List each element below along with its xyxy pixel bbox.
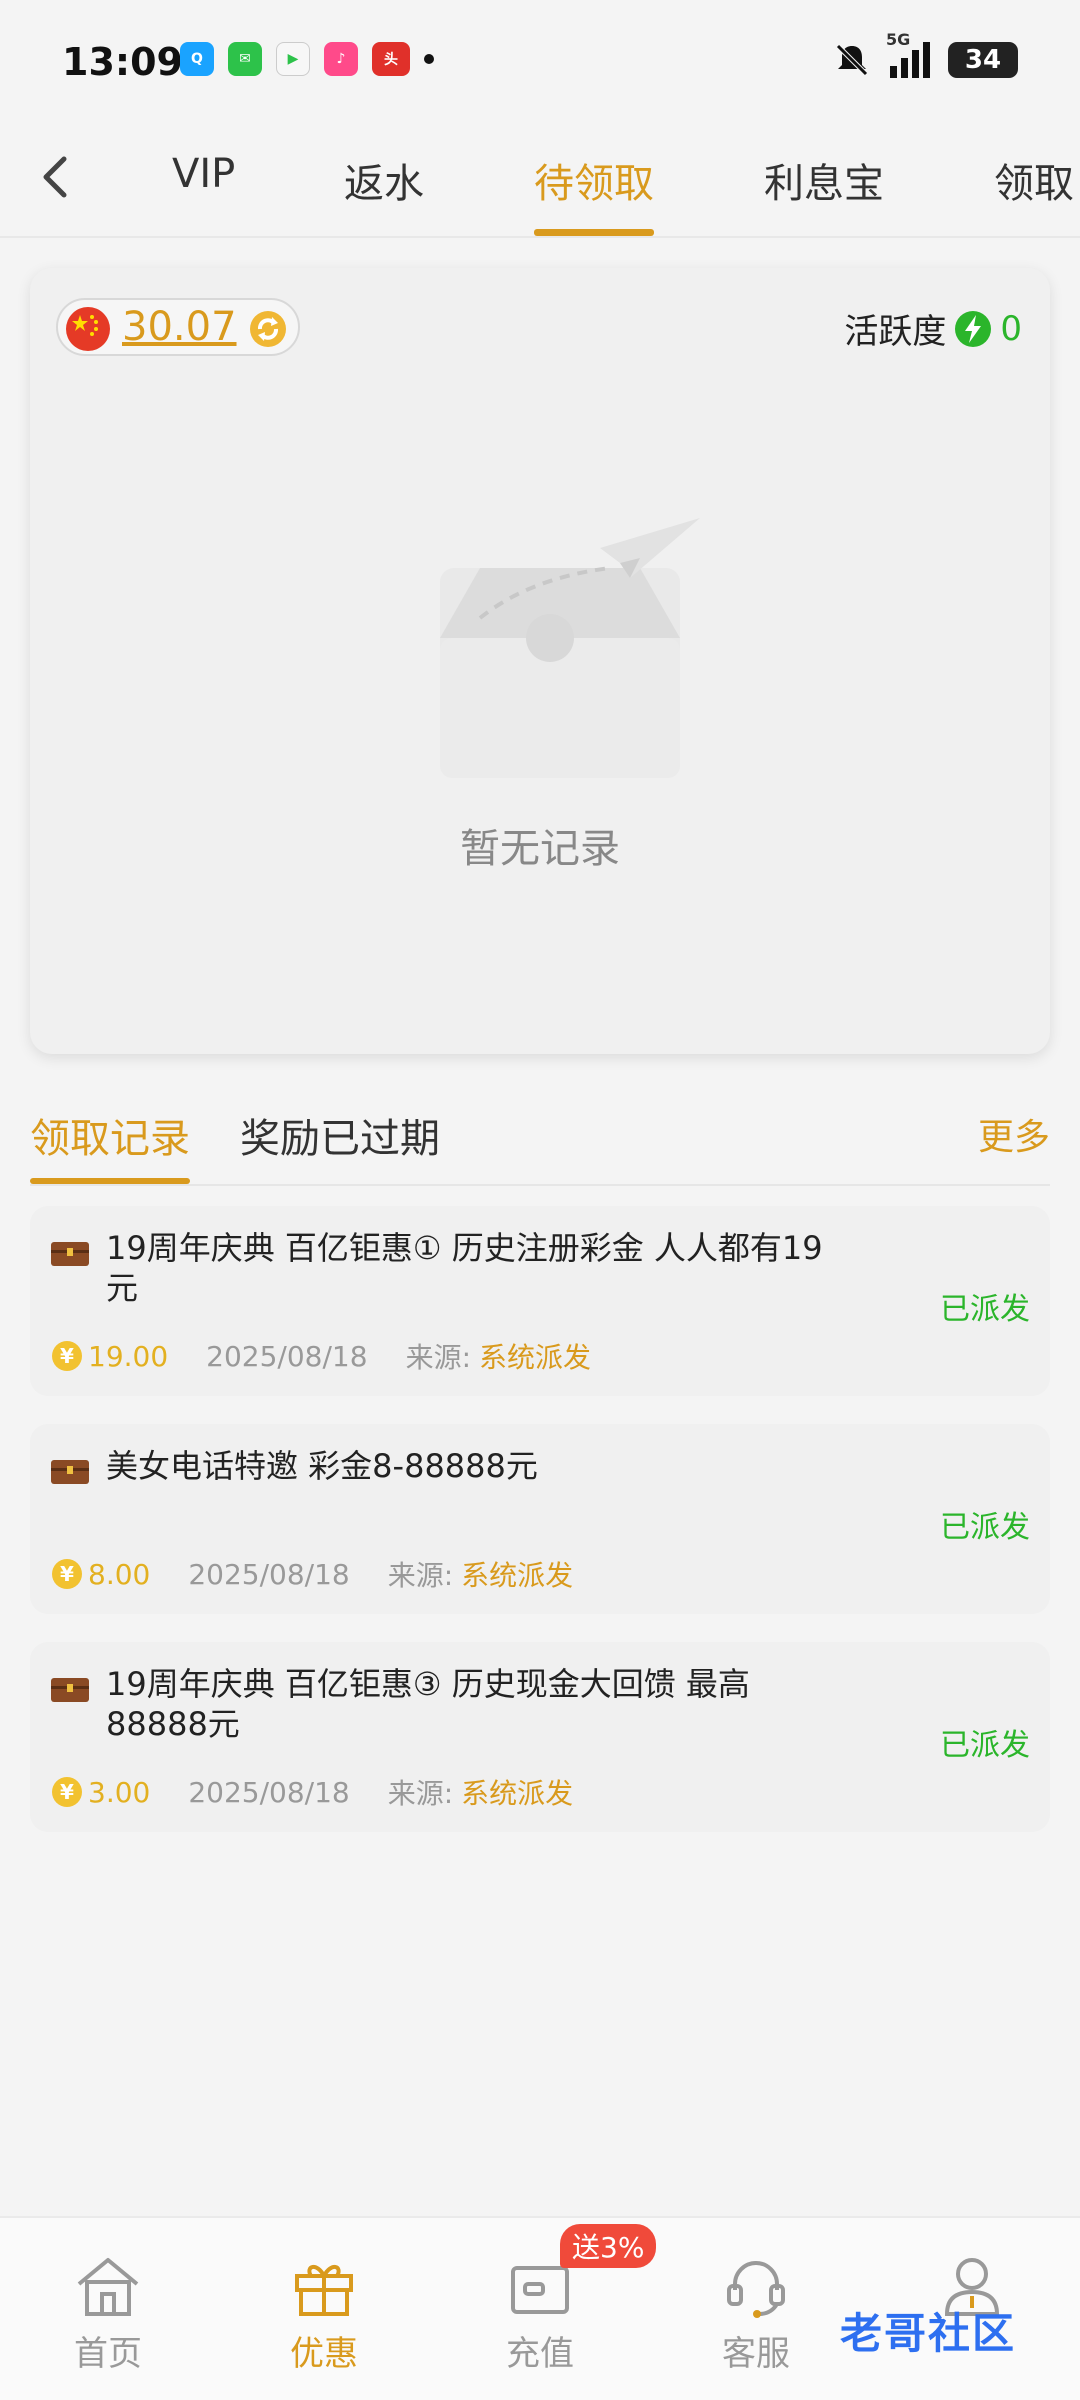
notification-icons: Q ✉ ▶ ♪ 头 xyxy=(180,42,434,76)
watermark-text: 老哥社区 xyxy=(840,2309,1017,2358)
coin-icon: ¥ xyxy=(52,1559,82,1589)
record-tabs: 领取记录 奖励已过期 更多 xyxy=(30,1094,1050,1186)
tab-claim-records[interactable]: 领取记录 xyxy=(30,1106,190,1164)
record-tab-indicator xyxy=(30,1178,190,1184)
treasure-chest-icon xyxy=(51,1678,89,1702)
balance-value: 30.07 xyxy=(122,304,237,350)
qq-icon: Q xyxy=(180,42,214,76)
recharge-promo-badge: 送3% xyxy=(560,2224,657,2268)
record-source: 系统派发 xyxy=(479,1341,592,1374)
nav-support[interactable]: 客服 xyxy=(686,2254,826,2375)
record-source: 系统派发 xyxy=(461,1777,574,1810)
empty-box-icon xyxy=(440,518,700,778)
tab-interest[interactable]: 利息宝 xyxy=(764,151,884,209)
status-time: 13:09 xyxy=(62,40,183,84)
record-date: 2025/08/18 xyxy=(188,1557,350,1591)
network-type: 5G xyxy=(886,30,911,49)
nav-support-label: 客服 xyxy=(722,2334,790,2374)
record-source-label: 来源: xyxy=(405,1341,471,1374)
record-date: 2025/08/18 xyxy=(206,1339,368,1373)
record-title: 19周年庆典 百亿钜惠① 历史注册彩金 人人都有19元 xyxy=(106,1229,823,1307)
nav-home-label: 首页 xyxy=(74,2334,142,2374)
treasure-chest-icon xyxy=(51,1242,89,1266)
record-status: 已派发 xyxy=(940,1292,1030,1327)
tab-pending[interactable]: 待领取 xyxy=(534,151,654,209)
status-right: 5G 34 xyxy=(832,30,1018,80)
record-footer: ¥ 3.00 2025/08/18 来源: 系统派发 xyxy=(52,1772,573,1812)
refresh-icon[interactable] xyxy=(248,309,288,349)
tab-vip[interactable]: VIP xyxy=(172,151,235,197)
record-amount: 19.00 xyxy=(88,1339,169,1373)
music-icon: ♪ xyxy=(324,42,358,76)
record-footer: ¥ 19.00 2025/08/18 来源: 系统派发 xyxy=(52,1336,591,1376)
tab-expired-rewards[interactable]: 奖励已过期 xyxy=(240,1106,440,1164)
coin-icon: ¥ xyxy=(52,1777,82,1807)
record-status: 已派发 xyxy=(940,1510,1030,1545)
record-amount: 3.00 xyxy=(88,1775,151,1809)
record-list: 19周年庆典 百亿钜惠① 历史注册彩金 人人都有19元 已派发 ¥ 19.00 … xyxy=(30,1206,1050,1860)
tab-rebate[interactable]: 返水 xyxy=(344,151,424,209)
more-notifications-icon xyxy=(424,54,434,64)
back-arrow-icon[interactable] xyxy=(30,147,80,207)
activity-label: 活跃度 xyxy=(844,312,947,352)
gift-icon xyxy=(295,2265,353,2316)
record-source-label: 来源: xyxy=(387,1777,454,1810)
coin-icon: ¥ xyxy=(52,1341,82,1371)
more-link[interactable]: 更多 xyxy=(978,1108,1050,1160)
news-icon: 头 xyxy=(372,42,410,76)
message-icon: ✉ xyxy=(228,42,262,76)
lightning-icon xyxy=(955,310,992,347)
nav-promotions[interactable]: 优惠 xyxy=(254,2254,394,2375)
empty-state-text: 暂无记录 xyxy=(460,826,620,872)
pending-card: 30.07 活跃度 0 暂无记录 xyxy=(30,268,1050,1054)
record-source: 系统派发 xyxy=(461,1559,574,1592)
nav-recharge-label: 充值 xyxy=(506,2334,574,2374)
balance-pill[interactable]: 30.07 xyxy=(56,298,300,356)
china-flag-icon xyxy=(66,307,110,351)
activity-indicator: 活跃度 0 xyxy=(844,304,1022,353)
mute-bell-icon xyxy=(836,44,868,76)
record-date: 2025/08/18 xyxy=(188,1775,350,1809)
tab-claim[interactable]: 领取 xyxy=(994,151,1080,209)
record-title: 美女电话特邀 彩金8-88888元 xyxy=(106,1447,538,1485)
treasure-chest-icon xyxy=(51,1460,89,1484)
record-amount: 8.00 xyxy=(88,1557,151,1591)
battery-icon: 34 xyxy=(948,42,1018,78)
record-item[interactable]: 美女电话特邀 彩金8-88888元 已派发 ¥ 8.00 2025/08/18 … xyxy=(30,1424,1050,1614)
active-tab-indicator xyxy=(534,229,654,236)
video-icon: ▶ xyxy=(276,42,310,76)
record-item[interactable]: 19周年庆典 百亿钜惠③ 历史现金大回馈 最高88888元 已派发 ¥ 3.00… xyxy=(30,1642,1050,1832)
status-bar: 13:09 Q ✉ ▶ ♪ 头 5G 34 xyxy=(0,0,1080,125)
record-footer: ¥ 8.00 2025/08/18 来源: 系统派发 xyxy=(52,1554,573,1594)
nav-promotions-label: 优惠 xyxy=(290,2334,358,2374)
record-title: 19周年庆典 百亿钜惠③ 历史现金大回馈 最高88888元 xyxy=(106,1665,750,1743)
signal-icon: 5G xyxy=(886,30,930,78)
nav-home[interactable]: 首页 xyxy=(38,2254,178,2375)
record-item[interactable]: 19周年庆典 百亿钜惠① 历史注册彩金 人人都有19元 已派发 ¥ 19.00 … xyxy=(30,1206,1050,1396)
activity-value: 0 xyxy=(1000,308,1022,349)
record-status: 已派发 xyxy=(940,1728,1030,1763)
top-tab-bar: VIP 返水 待领取 利息宝 领取 xyxy=(0,125,1080,238)
headset-icon xyxy=(727,2261,785,2318)
record-source-label: 来源: xyxy=(387,1559,454,1592)
nav-recharge[interactable]: 充值 xyxy=(470,2254,610,2375)
home-icon xyxy=(77,2258,139,2316)
